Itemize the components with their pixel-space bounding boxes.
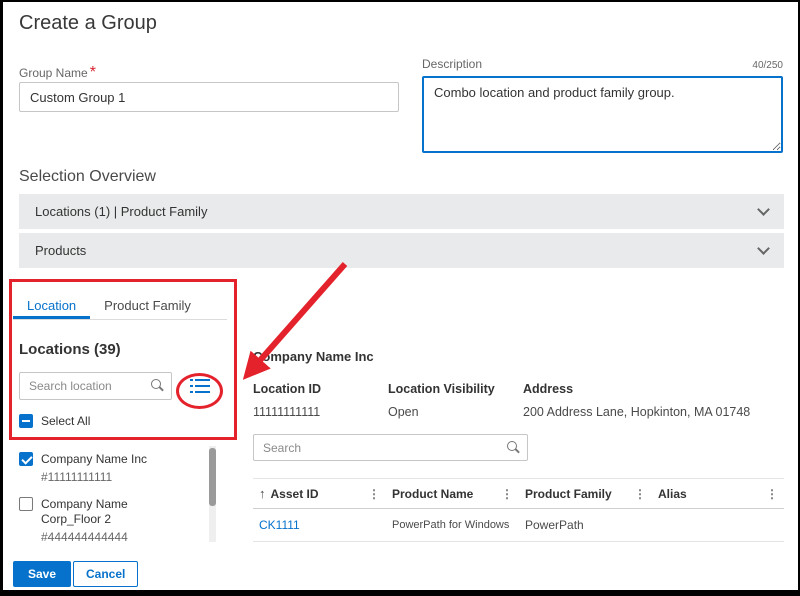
accordion-products[interactable]: Products bbox=[19, 233, 784, 268]
create-group-dialog: Create a Group Group Name* Description 4… bbox=[0, 0, 800, 596]
asset-search-input[interactable] bbox=[253, 434, 528, 461]
annotation-arrow bbox=[208, 252, 358, 397]
search-icon bbox=[507, 441, 520, 454]
char-counter: 40/250 bbox=[752, 60, 783, 71]
sort-ascending-icon[interactable]: ↑ bbox=[259, 486, 266, 501]
selection-overview-title: Selection Overview bbox=[19, 168, 156, 186]
asset-search bbox=[253, 434, 528, 461]
tab-product-family[interactable]: Product Family bbox=[90, 291, 205, 319]
location-search-input[interactable] bbox=[19, 372, 172, 400]
accordion-locations-product-family[interactable]: Locations (1) | Product Family bbox=[19, 194, 784, 229]
select-all-checkbox[interactable] bbox=[19, 414, 33, 428]
select-all-label: Select All bbox=[41, 414, 90, 428]
divider bbox=[13, 439, 217, 440]
locations-count-heading: Locations (39) bbox=[19, 341, 121, 358]
company-name: Company Name Inc bbox=[253, 349, 374, 364]
select-all-row: Select All bbox=[19, 414, 90, 428]
list-item[interactable]: Company Name Inc bbox=[19, 446, 207, 469]
location-checkbox[interactable] bbox=[19, 452, 33, 466]
save-button[interactable]: Save bbox=[13, 561, 71, 587]
product-name-cell: PowerPath for Windows bbox=[386, 519, 519, 531]
location-id-text: #11111111111 bbox=[19, 469, 207, 485]
column-menu-icon[interactable]: ⋮ bbox=[499, 487, 515, 501]
list-view-button[interactable] bbox=[183, 374, 217, 400]
tab-location[interactable]: Location bbox=[13, 291, 90, 319]
description-label: Description bbox=[422, 57, 482, 71]
column-menu-icon[interactable]: ⋮ bbox=[366, 487, 382, 501]
location-search bbox=[19, 372, 172, 400]
page-title: Create a Group bbox=[19, 12, 157, 35]
description-textarea[interactable]: Combo location and product family group. bbox=[422, 76, 783, 153]
location-details: Location ID 11111111111 Location Visibil… bbox=[253, 382, 784, 419]
header-product-family[interactable]: Product Family ⋮ bbox=[519, 487, 652, 501]
required-asterisk: * bbox=[90, 64, 96, 81]
location-checkbox[interactable] bbox=[19, 497, 33, 511]
group-name-label: Group Name* bbox=[19, 64, 96, 82]
scrollbar-thumb[interactable] bbox=[209, 448, 216, 506]
description-header: Description 40/250 bbox=[422, 57, 783, 71]
list-item[interactable]: Company Name Corp_Floor 2 bbox=[19, 485, 207, 529]
left-panel-tabbar: Location Product Family bbox=[13, 291, 227, 320]
header-asset-id[interactable]: ↑ Asset ID ⋮ bbox=[253, 486, 386, 501]
list-view-icon bbox=[190, 378, 210, 397]
scrollbar[interactable] bbox=[209, 446, 216, 542]
cancel-button[interactable]: Cancel bbox=[73, 561, 138, 587]
location-id-text: #444444444444 bbox=[19, 529, 207, 541]
chevron-down-icon bbox=[757, 242, 770, 255]
column-menu-icon[interactable]: ⋮ bbox=[632, 487, 648, 501]
assets-table: ↑ Asset ID ⋮ Product Name ⋮ Product Fami… bbox=[253, 478, 784, 542]
location-list: Company Name Inc #11111111111 Company Na… bbox=[19, 446, 207, 541]
asset-id-link[interactable]: CK1111 bbox=[253, 518, 386, 532]
chevron-down-icon bbox=[757, 203, 770, 216]
search-icon bbox=[151, 379, 164, 392]
detail-address: Address 200 Address Lane, Hopkinton, MA … bbox=[523, 382, 784, 419]
header-product-name[interactable]: Product Name ⋮ bbox=[386, 487, 519, 501]
group-name-input[interactable] bbox=[19, 82, 399, 112]
product-family-cell: PowerPath bbox=[519, 518, 652, 532]
table-row: CK1111 PowerPath for Windows PowerPath bbox=[253, 509, 784, 542]
table-header-row: ↑ Asset ID ⋮ Product Name ⋮ Product Fami… bbox=[253, 478, 784, 509]
detail-location-id: Location ID 11111111111 bbox=[253, 382, 388, 419]
header-alias[interactable]: Alias ⋮ bbox=[652, 487, 784, 501]
column-menu-icon[interactable]: ⋮ bbox=[764, 487, 780, 501]
detail-location-visibility: Location Visibility Open bbox=[388, 382, 523, 419]
